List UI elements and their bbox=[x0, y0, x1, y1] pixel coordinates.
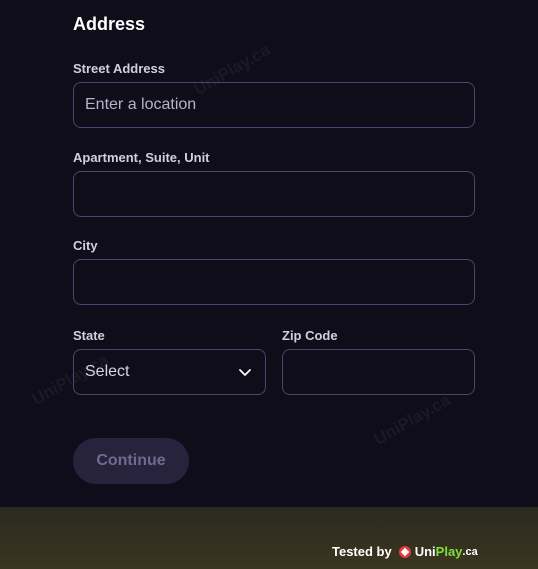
continue-button[interactable]: Continue bbox=[73, 438, 189, 484]
brand-play: Play bbox=[435, 544, 463, 559]
footer bbox=[0, 507, 538, 569]
brand-uni: Uni bbox=[414, 544, 436, 559]
street-address-label: Street Address bbox=[73, 61, 165, 76]
chevron-down-icon bbox=[239, 369, 251, 376]
city-field[interactable] bbox=[73, 259, 475, 305]
state-label: State bbox=[73, 328, 105, 343]
watermark: UniPlay.ca bbox=[370, 390, 454, 449]
tested-by-badge: Tested by Uni Play .ca bbox=[332, 544, 478, 559]
state-selected-value: Select bbox=[85, 363, 130, 380]
brand-tld: .ca bbox=[462, 545, 478, 558]
street-address-input[interactable] bbox=[74, 83, 474, 127]
city-input[interactable] bbox=[74, 260, 474, 304]
apartment-input[interactable] bbox=[74, 172, 474, 216]
zip-code-input[interactable] bbox=[283, 350, 474, 394]
maple-leaf-icon bbox=[398, 545, 411, 558]
zip-code-field[interactable] bbox=[282, 349, 475, 395]
apartment-label: Apartment, Suite, Unit bbox=[73, 150, 210, 165]
street-address-field[interactable] bbox=[73, 82, 475, 128]
tested-by-label: Tested by bbox=[332, 544, 392, 559]
section-title: Address bbox=[73, 14, 146, 34]
address-form: UniPlay.ca UniPlay.ca UniPlay.ca Address… bbox=[0, 0, 538, 507]
apartment-field[interactable] bbox=[73, 171, 475, 217]
zip-code-label: Zip Code bbox=[282, 328, 338, 343]
state-select[interactable]: Select bbox=[73, 349, 266, 395]
city-label: City bbox=[73, 238, 98, 253]
